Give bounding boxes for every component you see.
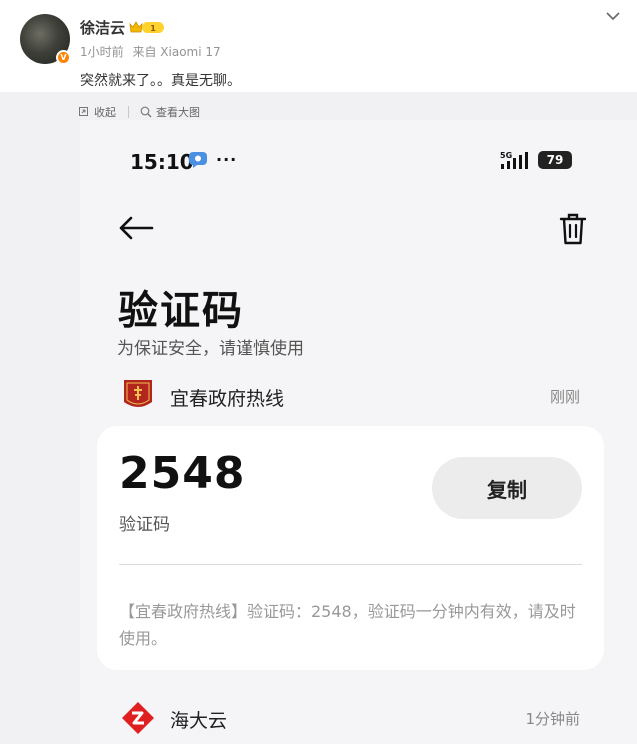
message-notification-icon xyxy=(189,152,207,168)
post-meta: 1小时前 来自 Xiaomi 17 xyxy=(80,43,226,60)
zoom-icon xyxy=(140,106,152,118)
post-text: 突然就来了。。真是无聊。 xyxy=(80,73,241,89)
sender-row[interactable]: 海大云 1分钟前 xyxy=(120,698,590,738)
post-header: V 徐洁云 1 1小时前 来自 Xiaomi 17 突然就来了。。真是无聊。 xyxy=(0,0,637,92)
back-arrow-icon[interactable] xyxy=(118,216,154,240)
image-toolbar: 收起 查看大图 xyxy=(79,104,200,120)
message-body: 【宜春政府热线】验证码：2548，验证码一分钟内有效，请及时使用。 xyxy=(119,602,576,648)
sender-logo-icon xyxy=(124,380,152,407)
page-title: 验证码 xyxy=(118,288,244,334)
view-full-image-button[interactable]: 查看大图 xyxy=(140,104,200,120)
chevron-down-icon[interactable] xyxy=(605,10,621,22)
collapse-label: 收起 xyxy=(94,106,116,119)
message-time: 1分钟前 xyxy=(525,710,580,728)
member-crown-icon[interactable]: 1 xyxy=(128,20,166,35)
toolbar-divider xyxy=(128,106,129,118)
collapse-button[interactable]: 收起 xyxy=(79,104,116,120)
member-level: 1 xyxy=(150,24,156,33)
phone-screenshot[interactable]: 15:10 ··· 5G 79 验证码 为保证安全，请谨慎使用 宜春政府热线 刚… xyxy=(80,120,637,744)
message-time: 刚刚 xyxy=(549,388,580,406)
post-time[interactable]: 1小时前 xyxy=(80,45,124,59)
status-more-dots: ··· xyxy=(216,150,238,169)
verification-code-card[interactable]: 2548 验证码 复制 【宜春政府热线】验证码：2548，验证码一分钟内有效，请… xyxy=(97,426,604,670)
code-label: 验证码 xyxy=(119,515,170,535)
verification-code: 2548 xyxy=(119,448,246,499)
battery-indicator: 79 xyxy=(538,151,572,169)
status-time: 15:10 xyxy=(130,150,194,174)
card-divider xyxy=(119,564,582,565)
view-full-label: 查看大图 xyxy=(156,106,200,119)
verified-badge-icon: V xyxy=(56,50,71,65)
sender-logo-icon xyxy=(122,702,154,734)
page-subtitle: 为保证安全，请谨慎使用 xyxy=(117,339,304,359)
sender-name: 海大云 xyxy=(170,710,228,732)
username[interactable]: 徐洁云 xyxy=(80,17,125,38)
sender-row[interactable]: 宜春政府热线 刚刚 xyxy=(120,376,590,416)
sender-name: 宜春政府热线 xyxy=(170,388,285,410)
trash-icon[interactable] xyxy=(558,212,588,246)
collapse-icon xyxy=(79,106,88,116)
post-source: 来自 Xiaomi 17 xyxy=(132,45,221,59)
copy-button[interactable]: 复制 xyxy=(432,457,582,519)
signal-icon: 5G xyxy=(500,151,528,169)
network-label: 5G xyxy=(500,151,512,160)
